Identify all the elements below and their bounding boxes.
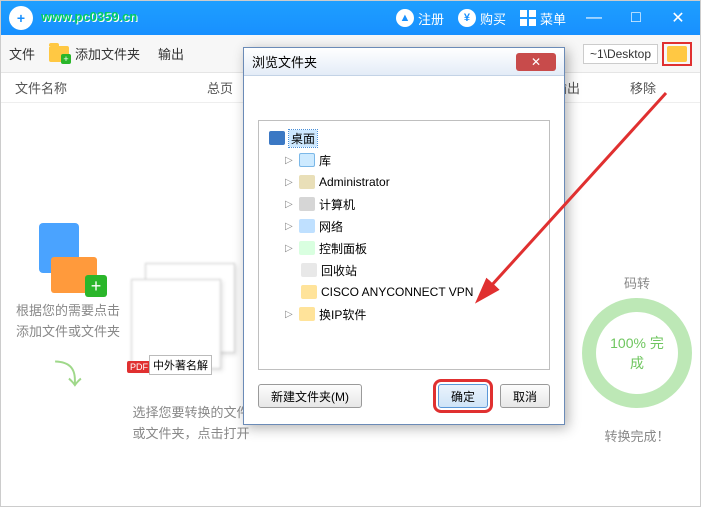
preview-file-label: 中外著名解 <box>149 355 212 375</box>
register-button[interactable]: ▲ 注册 <box>396 9 444 28</box>
expand-icon[interactable]: ▷ <box>285 177 295 188</box>
folder-icon <box>301 285 317 299</box>
file-preview: PDF 中外著名解 选择您要转换的文件 或文件夹，点击打开 <box>131 263 251 445</box>
app-logo: + <box>9 6 33 30</box>
expand-icon[interactable]: ▷ <box>285 199 295 210</box>
dialog-titlebar[interactable]: 浏览文件夹 ✕ <box>244 48 564 76</box>
progress-card: 码转 100% 完成 转换完成！ <box>582 273 692 445</box>
col-pages: 总页 <box>207 78 233 97</box>
tree-item-admin[interactable]: ▷ Administrator <box>263 171 545 193</box>
recycle-bin-icon <box>301 263 317 277</box>
tree-item-network[interactable]: ▷ 网络 <box>263 215 545 237</box>
output-path-field[interactable]: ~1\Desktop <box>583 44 658 64</box>
output-label: 输出 <box>158 44 184 63</box>
output-section: 输出 <box>158 44 184 63</box>
menu-button[interactable]: 菜单 <box>520 9 566 28</box>
tree-item-ipswap[interactable]: ▷ 换IP软件 <box>263 303 545 325</box>
add-files-icon: + <box>33 223 103 293</box>
computer-icon <box>299 197 315 211</box>
dialog-button-row: 新建文件夹(M) 确定 取消 <box>244 370 564 424</box>
file-label: 文件 <box>9 44 35 63</box>
buy-button[interactable]: ¥ 购买 <box>458 9 506 28</box>
menu-label: 菜单 <box>540 9 566 28</box>
progress-percent: 100% <box>610 335 646 351</box>
buy-label: 购买 <box>480 9 506 28</box>
progress-donut: 100% 完成 <box>582 298 692 408</box>
arrow-down-icon: ⤵ <box>3 353 133 393</box>
tree-item-control-panel[interactable]: ▷ 控制面板 <box>263 237 545 259</box>
dialog-title: 浏览文件夹 <box>252 52 317 71</box>
ok-button[interactable]: 确定 <box>438 384 488 408</box>
titlebar: + www.pc0359.cn ▲ 注册 ¥ 购买 菜单 — □ ✕ <box>1 1 700 35</box>
add-folder-button[interactable]: + 添加文件夹 <box>49 44 140 63</box>
folder-tree[interactable]: 桌面 ▷ 库 ▷ Administrator ▷ 计算机 ▷ 网络 ▷ 控制面板 <box>258 120 550 370</box>
grid-icon <box>520 10 536 26</box>
tree-label: 回收站 <box>321 262 357 279</box>
mid-hint2: 或文件夹，点击打开 <box>111 424 271 445</box>
tree-label: 桌面 <box>289 130 317 147</box>
col-filename: 文件名称 <box>15 78 67 97</box>
library-icon <box>299 153 315 167</box>
tree-label: 库 <box>319 152 331 169</box>
tree-label: 换IP软件 <box>319 306 366 323</box>
expand-icon[interactable]: ▷ <box>285 243 295 254</box>
network-icon <box>299 219 315 233</box>
browse-folder-button[interactable] <box>662 42 692 66</box>
folder-icon <box>667 46 687 62</box>
yen-icon: ¥ <box>458 9 476 27</box>
add-folder-label: 添加文件夹 <box>75 44 140 63</box>
register-label: 注册 <box>418 9 444 28</box>
tree-item-recycle-bin[interactable]: 回收站 <box>263 259 545 281</box>
col-remove: 移除 <box>630 78 656 97</box>
expand-icon[interactable]: ▷ <box>285 221 295 232</box>
add-files-hint-card: + 根据您的需要点击 添加文件或文件夹 ⤵ <box>3 223 133 393</box>
hint-line1: 根据您的需要点击 <box>3 301 133 322</box>
tree-item-computer[interactable]: ▷ 计算机 <box>263 193 545 215</box>
tree-label: CISCO ANYCONNECT VPN <box>321 285 473 299</box>
user-folder-icon <box>299 175 315 189</box>
tree-item-vpn[interactable]: CISCO ANYCONNECT VPN <box>263 281 545 303</box>
control-panel-icon <box>299 241 315 255</box>
expand-icon[interactable]: ▷ <box>285 309 295 320</box>
user-icon: ▲ <box>396 9 414 27</box>
folder-icon: + <box>49 46 69 62</box>
folder-icon <box>299 307 315 321</box>
tree-item-desktop[interactable]: 桌面 <box>263 127 545 149</box>
watermark-text: www.pc0359.cn <box>41 9 137 24</box>
tree-label: Administrator <box>319 175 390 189</box>
right-top-hint: 码转 <box>582 273 692 292</box>
close-button[interactable]: ✕ <box>664 8 692 28</box>
tree-label: 网络 <box>319 218 343 235</box>
maximize-button[interactable]: □ <box>622 9 650 27</box>
tree-label: 控制面板 <box>319 240 367 257</box>
expand-icon[interactable]: ▷ <box>285 155 295 166</box>
browse-folder-dialog: 浏览文件夹 ✕ 桌面 ▷ 库 ▷ Administrator ▷ 计算机 ▷ 网… <box>243 47 565 425</box>
done-label: 转换完成！ <box>582 426 692 445</box>
tree-label: 计算机 <box>319 196 355 213</box>
add-file-button[interactable]: 文件 <box>9 44 35 63</box>
desktop-icon <box>269 131 285 145</box>
pdf-badge: PDF <box>127 361 151 373</box>
cancel-button[interactable]: 取消 <box>500 384 550 408</box>
new-folder-button[interactable]: 新建文件夹(M) <box>258 384 362 408</box>
dialog-close-button[interactable]: ✕ <box>516 53 556 71</box>
tree-item-library[interactable]: ▷ 库 <box>263 149 545 171</box>
hint-line2: 添加文件或文件夹 <box>3 322 133 343</box>
minimize-button[interactable]: — <box>580 9 608 27</box>
